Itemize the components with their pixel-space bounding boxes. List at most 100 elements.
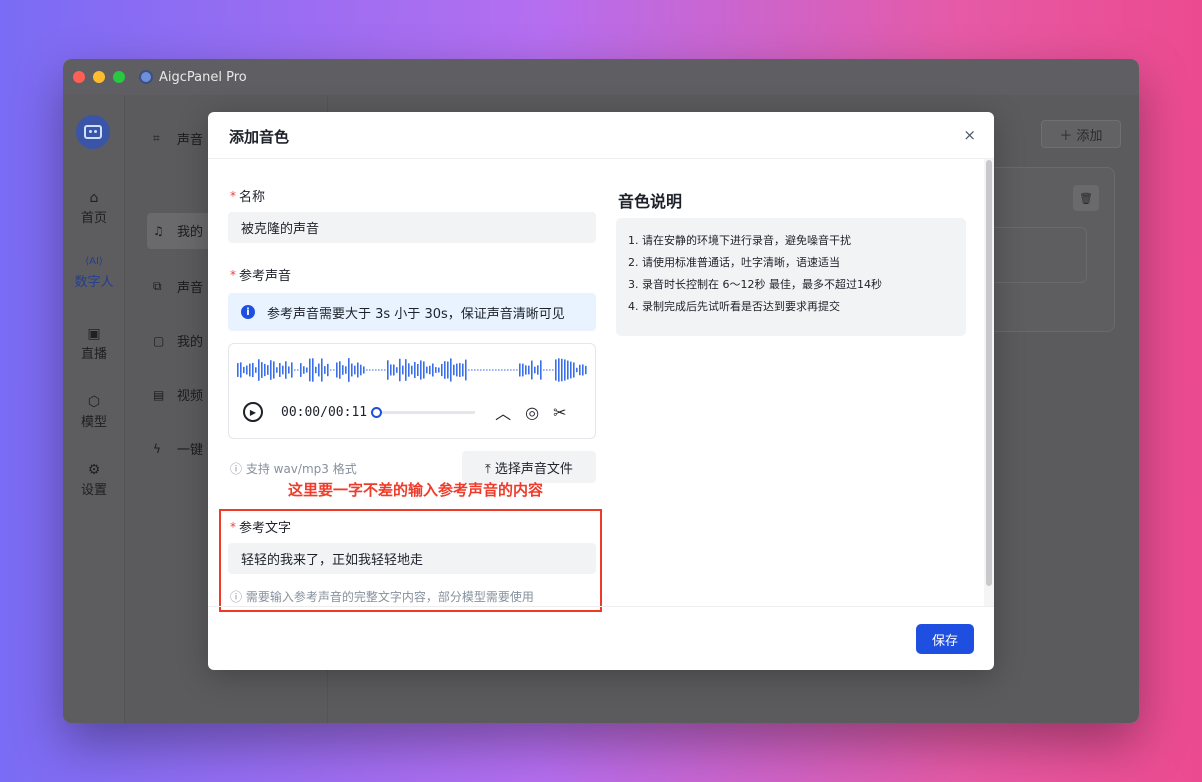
waveform-bar — [396, 367, 398, 373]
waveform-bar — [501, 369, 503, 371]
format-hint: ⓘ 支持 wav/mp3 格式 — [230, 462, 357, 476]
waveform-bar — [330, 369, 332, 371]
ref-text-hint: ⓘ 需要输入参考声音的完整文字内容，部分模型需要使用 — [230, 590, 534, 604]
waveform-bar — [360, 364, 362, 376]
name-input[interactable]: 被克隆的声音 — [228, 212, 596, 243]
close-window-button[interactable] — [73, 71, 85, 83]
waveform-bar — [411, 365, 413, 375]
chevron-up-icon[interactable]: ︿ — [495, 400, 511, 424]
ref-text-input[interactable]: 轻轻的我来了，正如我轻轻地走 — [228, 543, 596, 574]
menu-item-video[interactable]: ▤ 视频 — [153, 385, 203, 405]
nav-item-live[interactable]: ▣ 直播 — [63, 325, 125, 362]
waveform-bar — [285, 361, 287, 379]
progress-knob[interactable] — [371, 406, 383, 418]
add-button[interactable]: ＋ 添加 — [1041, 120, 1121, 148]
titlebar: AigcPanel Pro — [63, 59, 1139, 95]
waveform-bar — [264, 363, 266, 377]
waveform-bar — [408, 363, 410, 377]
nav-label: 直播 — [80, 347, 107, 362]
bolt-icon: ϟ — [153, 441, 161, 456]
nav-item-digital-human[interactable]: ⟨AI⟩ 数字人 — [63, 253, 125, 290]
waveform-bar — [426, 366, 428, 374]
minimize-window-button[interactable] — [93, 71, 105, 83]
waveform-bar — [555, 359, 557, 381]
menu-item-voice[interactable]: ⌗ 声音 — [153, 129, 203, 148]
name-label-text: 名称 — [239, 190, 266, 205]
waveform-bar — [495, 369, 497, 371]
ref-audio-label: * 参考声音 — [230, 265, 291, 285]
close-icon[interactable]: × — [963, 126, 976, 144]
film-icon: ▤ — [153, 387, 165, 402]
nav-label: 模型 — [80, 415, 107, 430]
waveform-bar — [552, 369, 554, 371]
waveform-bar — [546, 369, 548, 371]
audio-player: ▶ 00:00/00:11 ︿ ◎ ✂ — [228, 343, 596, 439]
menu-item-one-click[interactable]: ϟ 一键 — [153, 439, 204, 459]
trash-icon[interactable]: 🗑 — [1073, 185, 1099, 211]
play-icon[interactable]: ▶ — [243, 402, 263, 422]
waveform-bar — [357, 362, 359, 378]
nav-item-settings[interactable]: ⚙ 设置 — [63, 461, 125, 498]
player-controls: ▶ 00:00/00:11 ︿ ◎ ✂ — [243, 401, 585, 423]
tv-icon: ▣ — [87, 326, 101, 342]
waveform-bar — [414, 361, 416, 379]
ref-text-label: * 参考文字 — [230, 517, 291, 537]
waveform-bar — [468, 369, 470, 371]
menu-item-voice-clone[interactable]: ⧉ 声音 — [153, 277, 203, 296]
description-line: 2. 请使用标准普通话，吐字清晰，语速适当 — [628, 256, 840, 269]
waveform-bar — [384, 369, 386, 371]
waveform-bar — [492, 369, 494, 371]
waveform[interactable] — [237, 356, 587, 384]
maximize-window-button[interactable] — [113, 71, 125, 83]
nav-label: 设置 — [80, 483, 107, 498]
waveform-bar — [435, 367, 437, 373]
waveform-bar — [315, 366, 317, 374]
waveform-bar — [489, 369, 491, 371]
required-mark: * — [230, 188, 236, 203]
save-button[interactable]: 保存 — [916, 624, 974, 654]
nav-item-model[interactable]: ⬡ 模型 — [63, 393, 125, 430]
waveform-bar — [471, 369, 473, 371]
card-field — [985, 227, 1087, 283]
ref-audio-info-alert: i 参考声音需要大于 3s 小于 30s，保证声音清晰可见 — [228, 293, 596, 331]
modal-title: 添加音色 — [229, 128, 290, 146]
waveform-bar — [345, 366, 347, 374]
robot-logo-icon[interactable] — [76, 115, 110, 149]
waveform-bar — [420, 360, 422, 380]
modal-scrollbar-thumb[interactable] — [986, 160, 992, 586]
nav-item-home[interactable]: ⌂ 首页 — [63, 189, 125, 226]
waveform-bar — [465, 359, 467, 381]
waveform-bar — [390, 364, 392, 376]
scissors-icon[interactable]: ✂ — [553, 403, 566, 422]
description-line: 4. 录制完成后先试听看是否达到要求再提交 — [628, 300, 840, 313]
waveform-bar — [261, 362, 263, 378]
waveform-bar — [477, 369, 479, 371]
waveform-bar — [321, 358, 323, 382]
waveform-bar — [447, 361, 449, 379]
name-label: * 名称 — [230, 186, 266, 206]
video-icon: ▢ — [153, 333, 165, 348]
waveform-bar — [528, 365, 530, 375]
waveform-bar — [354, 365, 356, 375]
menu-item-my-video[interactable]: ▢ 我的 — [153, 331, 204, 351]
waveform-bar — [474, 369, 476, 371]
waveform-bar — [372, 369, 374, 371]
menu-label: 一键 — [177, 443, 204, 458]
waveform-bar — [441, 363, 443, 377]
waveform-bar — [366, 369, 368, 371]
waveform-bar — [540, 360, 542, 380]
waveform-bar — [249, 363, 251, 377]
waveform-bar — [309, 358, 311, 382]
waveform-bar — [453, 364, 455, 376]
progress-slider[interactable] — [371, 406, 476, 418]
waveform-bar — [273, 361, 275, 379]
waveform-bar — [564, 359, 566, 381]
menu-item-my-voice[interactable]: ♫ 我的 — [153, 221, 203, 241]
waveform-bar — [534, 366, 536, 374]
menu-label: 我的 — [177, 335, 204, 350]
record-icon[interactable]: ◎ — [525, 403, 539, 422]
waveform-bar — [522, 363, 524, 377]
waveform-bar — [486, 369, 488, 371]
waveform-bar — [237, 363, 239, 377]
waveform-bar — [348, 358, 350, 382]
